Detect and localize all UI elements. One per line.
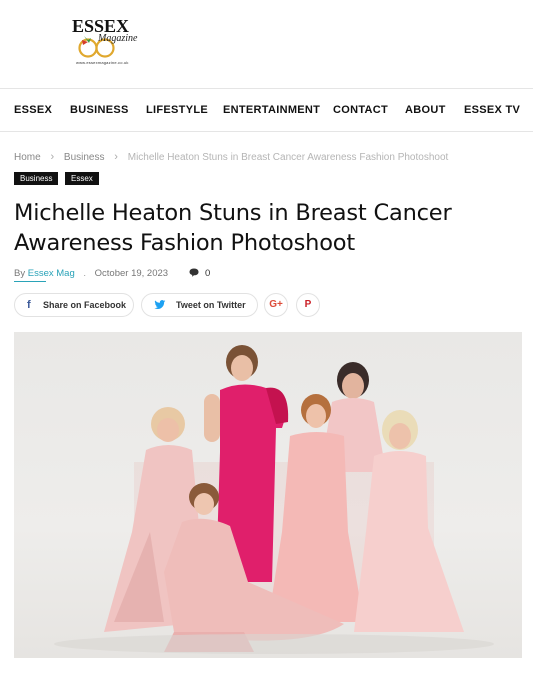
share-facebook-button[interactable]: f Share on Facebook bbox=[14, 293, 134, 317]
twitter-icon bbox=[154, 300, 166, 310]
breadcrumb-current: Michelle Heaton Stuns in Breast Cancer A… bbox=[127, 152, 449, 163]
share-twitter-button[interactable]: Tweet on Twitter bbox=[141, 293, 258, 317]
pinterest-icon: P bbox=[304, 299, 312, 310]
chevron-right-icon: › bbox=[114, 151, 118, 163]
nav-item-essex-tv[interactable]: ESSEX TV bbox=[464, 104, 520, 116]
breadcrumb-home[interactable]: Home bbox=[14, 152, 41, 163]
tag-essex[interactable]: Essex bbox=[65, 172, 99, 185]
nav-item-essex[interactable]: ESSEX bbox=[14, 104, 52, 116]
featured-photo-illustration bbox=[54, 345, 494, 654]
nav-item-business[interactable]: BUSINESS bbox=[70, 104, 129, 116]
featured-image bbox=[14, 332, 522, 658]
main-nav: ESSEX BUSINESS LIFESTYLE ENTERTAINMENT C… bbox=[0, 88, 533, 132]
by-label: By bbox=[14, 268, 26, 279]
share-twitter-label: Tweet on Twitter bbox=[176, 300, 246, 310]
nav-item-entertainment[interactable]: ENTERTAINMENT bbox=[223, 104, 320, 116]
author-link[interactable]: Essex Mag bbox=[28, 268, 75, 279]
logo-subtitle: Magazine bbox=[98, 33, 138, 44]
author-underline bbox=[14, 281, 46, 282]
comment-count[interactable]: 0 bbox=[205, 268, 210, 279]
tag-business[interactable]: Business bbox=[14, 172, 59, 185]
logo-url: www.essexmagazine.co.uk bbox=[76, 60, 129, 65]
nav-item-lifestyle[interactable]: LIFESTYLE bbox=[146, 104, 208, 116]
facebook-icon: f bbox=[27, 299, 31, 311]
share-pinterest-button[interactable]: P bbox=[296, 293, 320, 317]
nav-item-about[interactable]: ABOUT bbox=[405, 104, 446, 116]
post-date: October 19, 2023 bbox=[94, 268, 169, 279]
breadcrumb-section[interactable]: Business bbox=[64, 152, 105, 163]
article-title: Michelle Heaton Stuns in Breast Cancer A… bbox=[14, 200, 452, 256]
chevron-right-icon: › bbox=[50, 151, 55, 163]
breadcrumb: Home › Business › Michelle Heaton Stuns … bbox=[14, 151, 448, 163]
site-logo[interactable]: ESSEX Magazine www.essexmagazine.co.uk bbox=[66, 12, 142, 68]
share-facebook-label: Share on Facebook bbox=[43, 300, 127, 310]
google-plus-icon: G+ bbox=[269, 299, 283, 310]
meta-dot: . bbox=[83, 268, 87, 279]
comment-icon[interactable] bbox=[189, 268, 199, 277]
share-gplus-button[interactable]: G+ bbox=[264, 293, 288, 317]
nav-item-contact[interactable]: CONTACT bbox=[333, 104, 388, 116]
article-meta: By Essex Mag . October 19, 2023 0 bbox=[14, 268, 210, 279]
